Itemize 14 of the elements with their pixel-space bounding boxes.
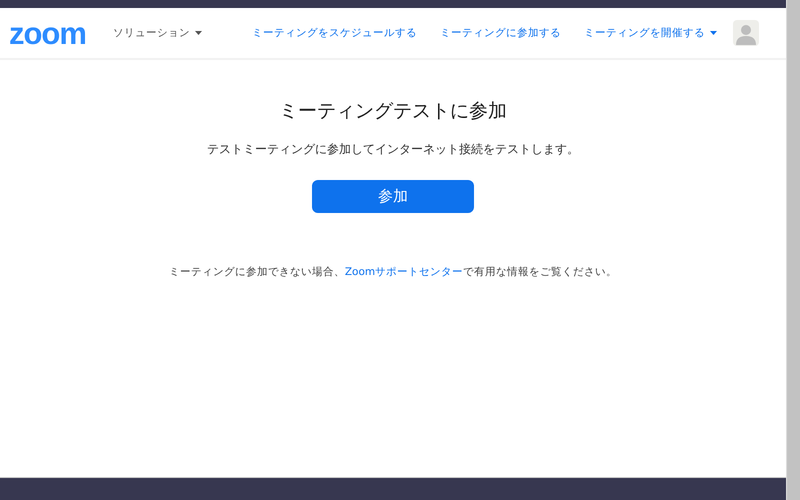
join-button[interactable]: 参加 [312, 180, 474, 213]
nav-link[interactable]: ミーティングをスケジュールする [252, 26, 417, 40]
support-center-link[interactable]: Zoomサポートセンター [344, 266, 464, 278]
avatar-icon[interactable] [733, 20, 759, 46]
nav-link[interactable]: ミーティングを開催する [584, 26, 717, 40]
nav-link[interactable]: ミーティングに参加する [440, 26, 561, 40]
caret-icon [710, 31, 717, 35]
help-text: ミーティングに参加できない場合、Zoomサポートセンターで有用な情報をご覧ください。 [168, 265, 618, 279]
caret-icon [194, 31, 202, 35]
description-text: テストミーティングに参加してインターネット接続をテストします。 [207, 141, 579, 158]
page-title: ミーティングテストに参加 [279, 99, 507, 124]
solutions-menu[interactable]: ソリューション [112, 26, 202, 40]
scrollbar[interactable] [786, 0, 800, 500]
zoom-logo[interactable]: zoom [9, 18, 86, 48]
